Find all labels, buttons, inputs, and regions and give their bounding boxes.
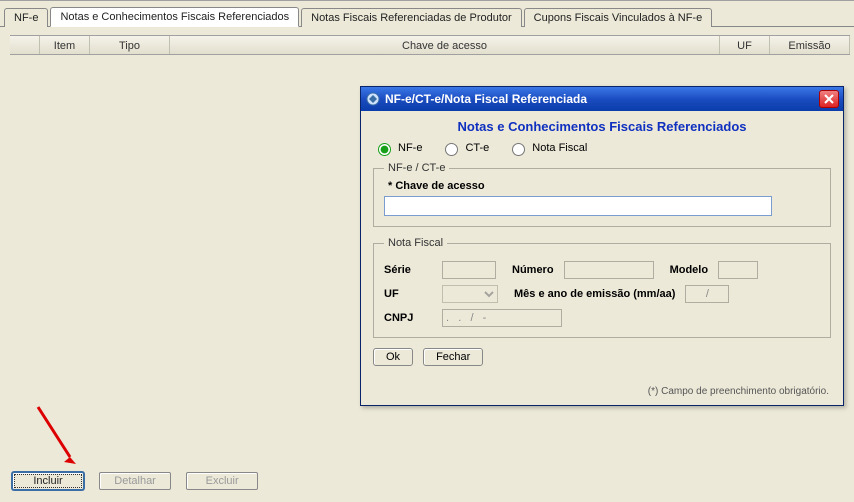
radio-group-tipo: NF-e CT-e Nota Fiscal	[373, 140, 831, 156]
chave-acesso-label: * Chave de acesso	[388, 180, 820, 192]
close-icon	[824, 94, 834, 104]
tab-row: NF-e Notas e Conhecimentos Fiscais Refer…	[4, 5, 854, 27]
chave-acesso-input[interactable]	[384, 196, 772, 216]
numero-input	[564, 261, 654, 279]
excluir-button[interactable]: Excluir	[186, 472, 258, 490]
mes-ano-label: Mês e ano de emissão (mm/aa)	[514, 288, 675, 300]
group-nota-fiscal: Nota Fiscal Série Número Modelo UF Mês e…	[373, 237, 831, 338]
radio-nota-fiscal[interactable]: Nota Fiscal	[507, 140, 587, 156]
grid-col-emissao[interactable]: Emissão	[770, 36, 850, 54]
tab-cupons[interactable]: Cupons Fiscais Vinculados à NF-e	[524, 8, 713, 27]
app-root: NF-e Notas e Conhecimentos Fiscais Refer…	[0, 0, 854, 502]
tab-produtor[interactable]: Notas Fiscais Referenciadas de Produtor	[301, 8, 522, 27]
detalhar-button[interactable]: Detalhar	[99, 472, 171, 490]
button-bar: Incluir Detalhar Excluir	[12, 472, 270, 490]
dialog-footnote: (*) Campo de preenchimento obrigatório.	[648, 386, 829, 397]
modelo-label: Modelo	[670, 264, 709, 276]
radio-nfe[interactable]: NF-e	[373, 140, 422, 156]
cnpj-input	[442, 309, 562, 327]
radio-nota-fiscal-label: Nota Fiscal	[532, 142, 587, 154]
serie-label: Série	[384, 264, 432, 276]
radio-cte[interactable]: CT-e	[440, 140, 489, 156]
dialog-title: NF-e/CT-e/Nota Fiscal Referenciada	[385, 92, 819, 106]
dialog-nfe-cte-nota-fiscal: NF-e/CT-e/Nota Fiscal Referenciada Notas…	[360, 86, 844, 406]
radio-nfe-label: NF-e	[398, 142, 422, 154]
cnpj-label: CNPJ	[384, 312, 432, 324]
radio-cte-input[interactable]	[445, 143, 458, 156]
uf-label: UF	[384, 288, 432, 300]
radio-nfe-input[interactable]	[378, 143, 391, 156]
radio-cte-label: CT-e	[465, 142, 489, 154]
grid-col-chave[interactable]: Chave de acesso	[170, 36, 720, 54]
numero-label: Número	[512, 264, 554, 276]
modelo-input	[718, 261, 758, 279]
dialog-button-row: Ok Fechar	[373, 348, 831, 366]
dialog-icon	[366, 92, 380, 106]
ok-button[interactable]: Ok	[373, 348, 413, 366]
incluir-button[interactable]: Incluir	[12, 472, 84, 490]
grid-col-item[interactable]: Item	[40, 36, 90, 54]
group-nfe-cte-legend: NF-e / CT-e	[384, 162, 449, 174]
group-nfe-cte: NF-e / CT-e * Chave de acesso	[373, 162, 831, 227]
serie-input	[442, 261, 496, 279]
tab-nfe[interactable]: NF-e	[4, 8, 48, 27]
dialog-body: Notas e Conhecimentos Fiscais Referencia…	[361, 111, 843, 405]
fechar-button[interactable]: Fechar	[423, 348, 483, 366]
group-nota-fiscal-legend: Nota Fiscal	[384, 237, 447, 249]
grid-col-spacer	[10, 36, 40, 54]
radio-nota-fiscal-input[interactable]	[512, 143, 525, 156]
mes-ano-input	[685, 285, 729, 303]
uf-select	[442, 285, 498, 303]
grid-col-uf[interactable]: UF	[720, 36, 770, 54]
close-button[interactable]	[819, 90, 839, 108]
grid-col-tipo[interactable]: Tipo	[90, 36, 170, 54]
tab-notas-referenciados[interactable]: Notas e Conhecimentos Fiscais Referencia…	[50, 7, 299, 27]
dialog-heading: Notas e Conhecimentos Fiscais Referencia…	[373, 119, 831, 134]
dialog-titlebar[interactable]: NF-e/CT-e/Nota Fiscal Referenciada	[361, 87, 843, 111]
grid-header: Item Tipo Chave de acesso UF Emissão	[10, 35, 850, 55]
